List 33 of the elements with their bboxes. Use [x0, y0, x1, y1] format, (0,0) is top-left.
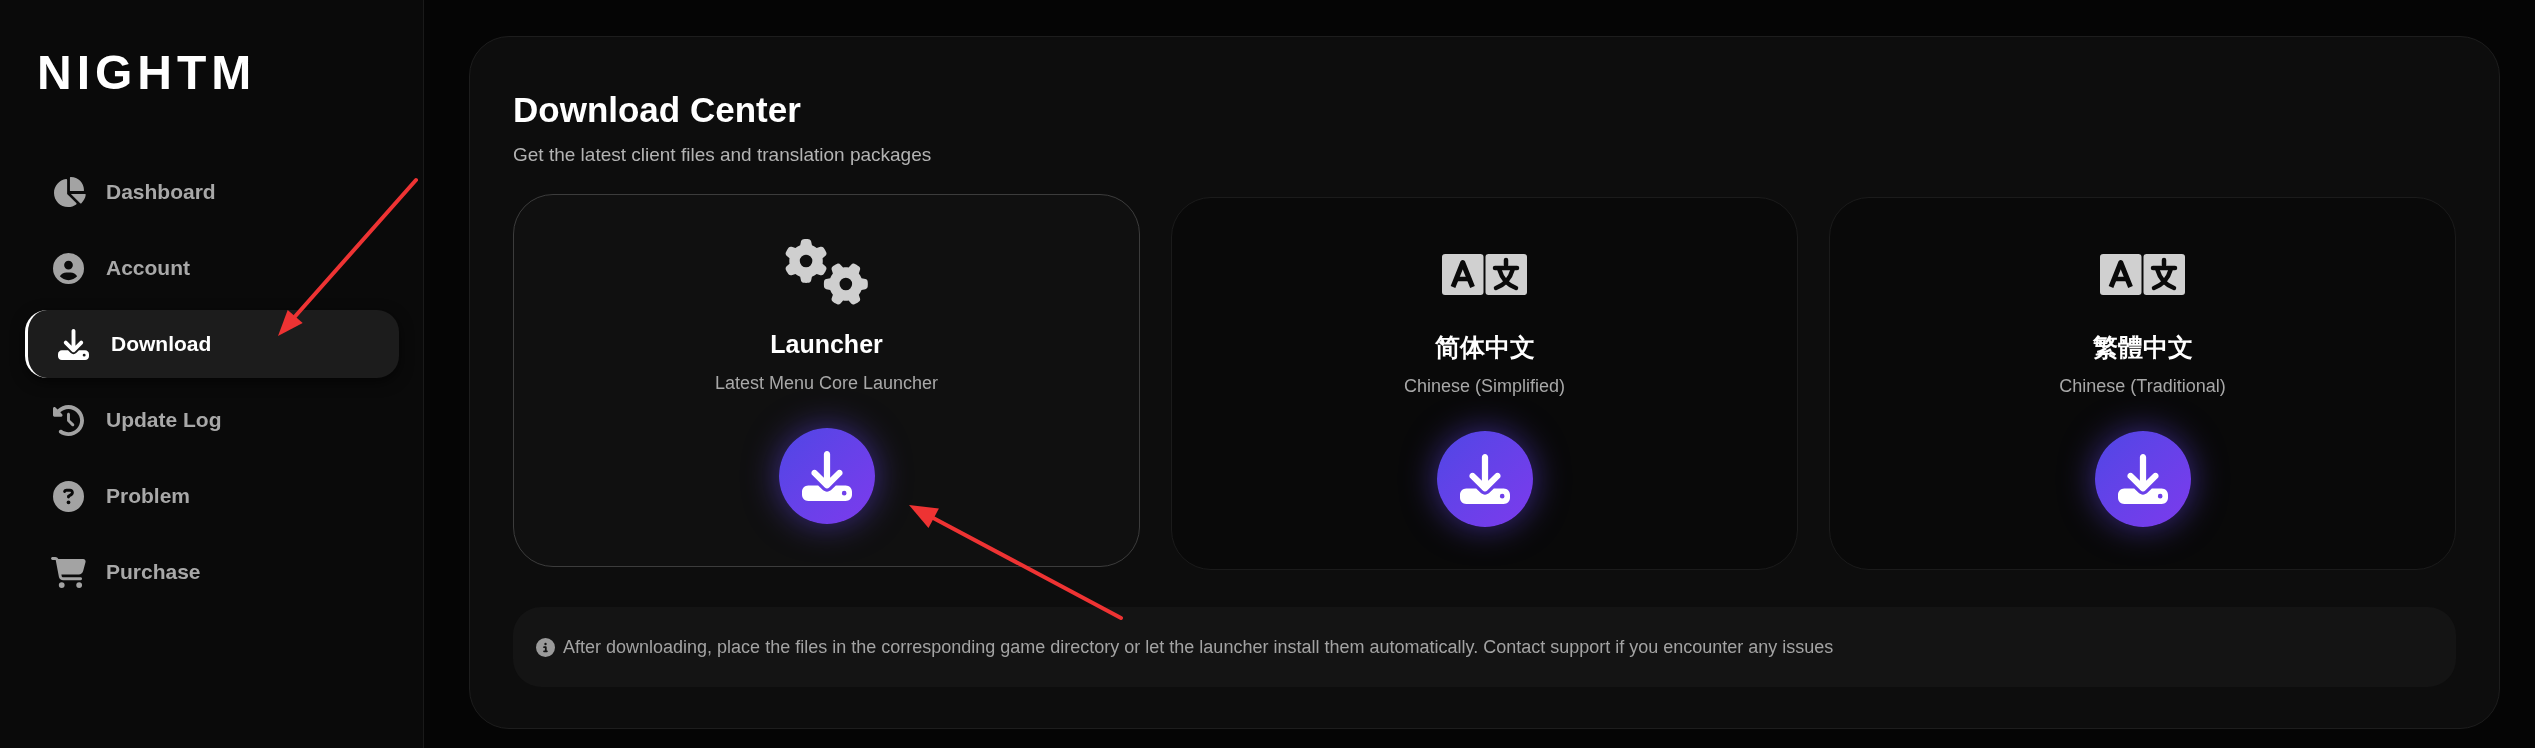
sidebar-nav-item[interactable]: Account — [25, 234, 399, 302]
download-icon — [1459, 454, 1510, 504]
notice-text: After downloading, place the files in the corresponding game directory or let the launcher install them automatically. Contact support if you encounter any issues — [563, 636, 1834, 659]
sidebar-nav-item[interactable]: Download — [25, 310, 399, 378]
info-icon — [536, 637, 555, 657]
download-button[interactable] — [1436, 431, 1533, 527]
page-title: Download Center — [513, 89, 801, 131]
download-icon — [58, 328, 89, 360]
download-button[interactable] — [2094, 431, 2191, 527]
language-icon — [2100, 254, 2185, 295]
gears-icon — [784, 238, 869, 305]
card-title: 繁體中文 — [2092, 332, 2193, 363]
language-icon — [1442, 254, 1527, 295]
sidebar-nav-item[interactable]: Purchase — [25, 538, 399, 606]
download-card[interactable]: 繁體中文 Chinese (Traditional) — [1829, 197, 2456, 570]
sidebar-nav-item[interactable]: Dashboard — [25, 158, 399, 226]
card-title: Launcher — [770, 329, 883, 360]
sidebar-nav-item[interactable]: Update Log — [25, 386, 399, 454]
download-card[interactable]: Launcher Latest Menu Core Launcher — [513, 194, 1140, 567]
card-title: 简体中文 — [1434, 332, 1535, 363]
card-subtitle: Latest Menu Core Launcher — [714, 372, 939, 395]
download-card[interactable]: 简体中文 Chinese (Simplified) — [1171, 197, 1798, 570]
cart-icon — [51, 556, 86, 588]
card-subtitle: Chinese (Traditional) — [2059, 375, 2226, 398]
sidebar-nav-item[interactable]: Problem — [25, 462, 399, 530]
page-subtitle: Get the latest client files and translation packages — [513, 143, 932, 167]
logo: NIGHTM — [37, 49, 257, 97]
download-icon — [2117, 454, 2168, 504]
card-subtitle: Chinese (Simplified) — [1403, 375, 1566, 398]
pie-chart-icon — [51, 177, 86, 207]
download-icon — [801, 451, 852, 501]
download-button[interactable] — [778, 428, 875, 524]
history-icon — [53, 404, 84, 436]
